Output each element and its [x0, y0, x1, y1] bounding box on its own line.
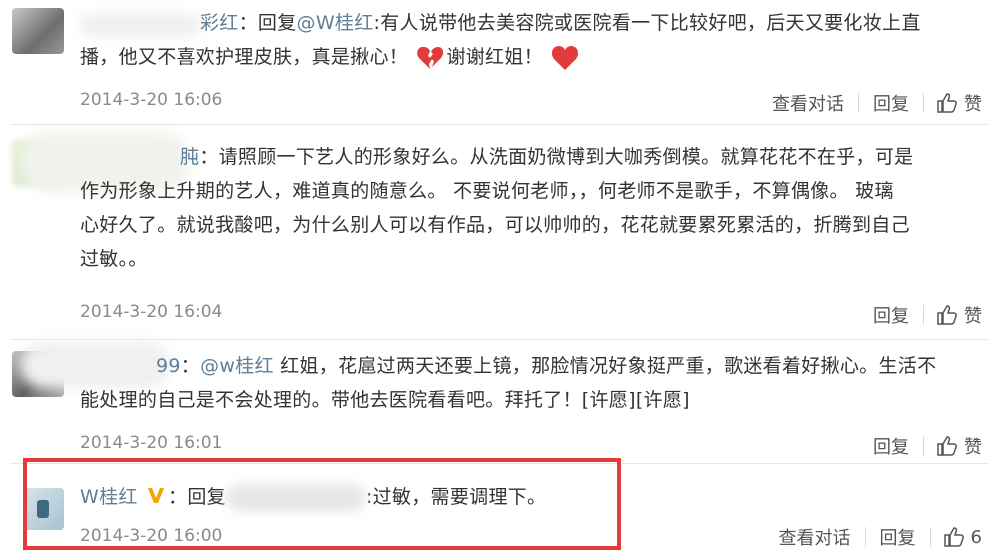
comment-item: 彩红：回复@W桂红:有人说带他去美容院或医院看一下比较好吧，后天又要化妆上直 播…: [0, 0, 1002, 122]
comment-actions: 查看对话 回复 6: [765, 524, 982, 550]
heart-icon: [552, 45, 579, 70]
avatar[interactable]: [12, 8, 64, 54]
view-conversation-link[interactable]: 查看对话: [765, 524, 865, 550]
reply-link[interactable]: 回复: [859, 302, 923, 328]
comment-item: 肫：请照顾一下艺人的形象好么。从洗面奶微博到大咖秀倒模。就算花花不在乎，可是 作…: [0, 126, 1002, 336]
like-label: 赞: [964, 437, 982, 458]
mention-link[interactable]: @w桂红: [200, 355, 274, 377]
highlight-box: [23, 458, 621, 550]
reply-link[interactable]: 回复: [859, 90, 923, 116]
comment-username[interactable]: 99: [156, 355, 181, 377]
comment-username[interactable]: 彩红: [200, 12, 239, 34]
reply-link[interactable]: 回复: [866, 524, 930, 550]
comment-text: 肫：请照顾一下艺人的形象好么。从洗面奶微博到大咖秀倒模。就算花花不在乎，可是 作…: [80, 146, 914, 270]
reply-link[interactable]: 回复: [859, 433, 923, 459]
comment-actions: 回复 赞: [859, 433, 982, 459]
comment-actions: 查看对话 回复 赞: [758, 90, 982, 116]
thumbs-up-icon: [937, 305, 957, 325]
comment-timestamp: 2014-3-20 16:01: [80, 433, 223, 453]
divider: [10, 339, 988, 340]
view-conversation-link[interactable]: 查看对话: [758, 90, 858, 116]
comment-text: 99：@w桂红 红姐，花扈过两天还要上镜，那脸情况好象挺严重，歌迷看着好揪心。生…: [80, 355, 937, 411]
comment-timestamp: 2014-3-20 16:06: [80, 90, 223, 110]
like-count: 6: [970, 526, 982, 548]
like-button[interactable]: 赞: [924, 302, 982, 328]
like-button[interactable]: 6: [931, 526, 982, 548]
comment-item: 99：@w桂红 红姐，花扈过两天还要上镜，那脸情况好象挺严重，歌迷看着好揪心。生…: [0, 341, 1002, 459]
thumbs-up-icon: [937, 93, 957, 113]
like-label: 赞: [964, 94, 982, 115]
comment-actions: 回复 赞: [859, 302, 982, 328]
comment-timestamp: 2014-3-20 16:04: [80, 302, 223, 322]
like-button[interactable]: 赞: [924, 90, 982, 116]
like-label: 赞: [964, 306, 982, 327]
thumbs-up-icon: [937, 436, 957, 456]
thumbs-up-icon: [943, 527, 964, 547]
mention-link[interactable]: @W桂红: [297, 12, 374, 34]
broken-heart-icon: [417, 46, 444, 69]
comment-text: 彩红：回复@W桂红:有人说带他去美容院或医院看一下比较好吧，后天又要化妆上直 播…: [80, 6, 980, 74]
comment-username[interactable]: 肫: [180, 146, 199, 168]
like-button[interactable]: 赞: [924, 433, 982, 459]
divider: [10, 124, 988, 125]
